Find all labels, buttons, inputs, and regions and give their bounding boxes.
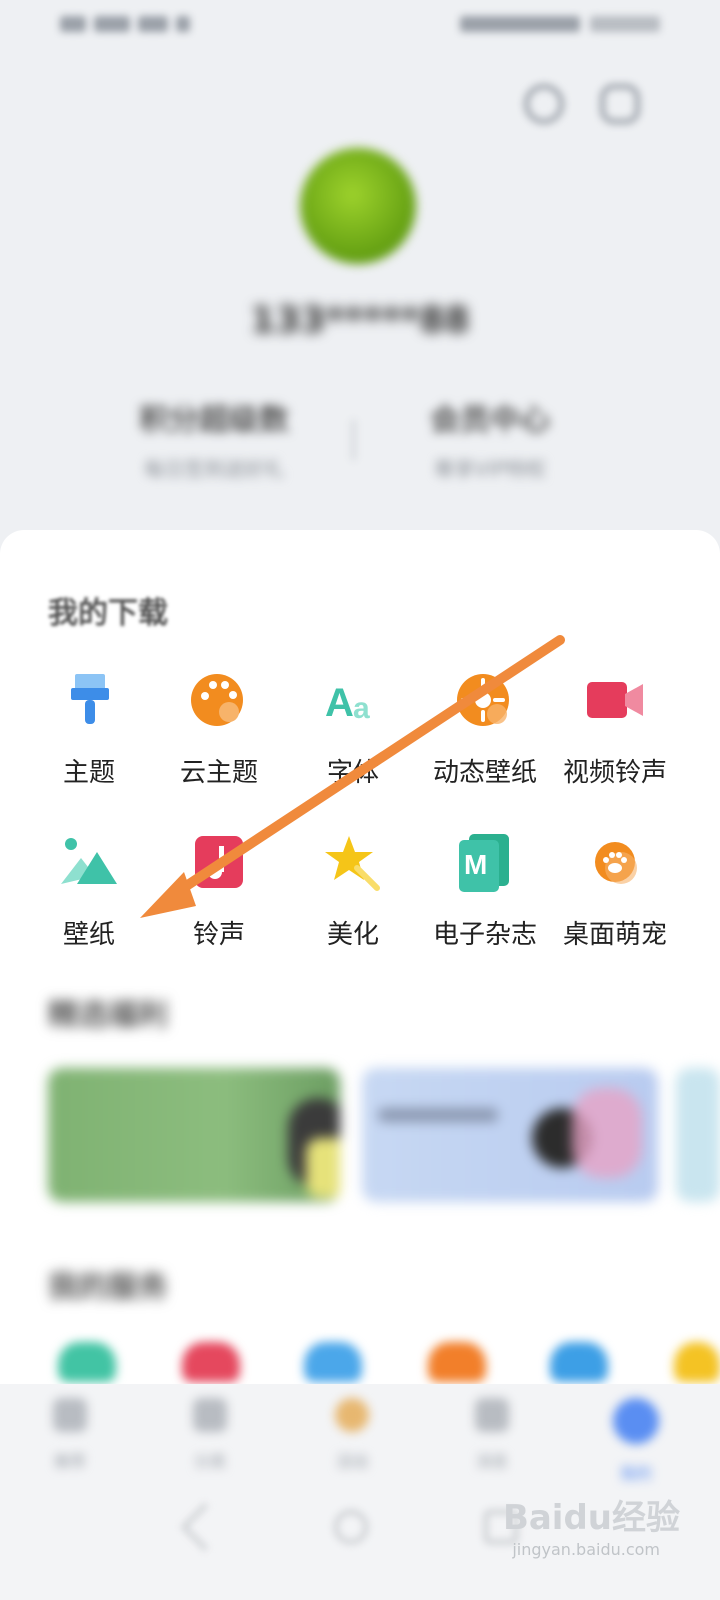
nav-category[interactable]: 分类 xyxy=(170,1398,250,1472)
watermark-logo: Baidu经验 xyxy=(502,1498,680,1538)
nav-activity[interactable]: 活动 xyxy=(312,1398,392,1472)
service-icon[interactable] xyxy=(428,1342,486,1382)
home-button-icon[interactable] xyxy=(334,1510,368,1544)
activity-icon xyxy=(335,1398,369,1432)
nav-label: 我的 xyxy=(619,1464,652,1483)
service-icon[interactable] xyxy=(58,1342,116,1382)
services-title: 我的服务 xyxy=(48,1270,168,1305)
nav-label: 分类 xyxy=(193,1452,226,1471)
featured-banner-2[interactable] xyxy=(362,1068,658,1202)
nav-label: 活动 xyxy=(335,1452,368,1471)
category-icon xyxy=(193,1398,227,1432)
home-icon xyxy=(53,1398,87,1432)
nav-label: 消息 xyxy=(475,1452,508,1471)
service-icon[interactable] xyxy=(674,1342,720,1382)
message-icon xyxy=(475,1398,509,1432)
nav-mine[interactable]: 我的 xyxy=(596,1398,676,1484)
featured-banner-3[interactable] xyxy=(676,1068,720,1202)
featured-title: 精选福利 xyxy=(48,998,168,1033)
profile-icon xyxy=(613,1398,659,1444)
nav-messages[interactable]: 消息 xyxy=(452,1398,532,1472)
featured-banner-1[interactable] xyxy=(48,1068,340,1202)
service-icon[interactable] xyxy=(182,1342,240,1382)
service-icon[interactable] xyxy=(304,1342,362,1382)
service-icon[interactable] xyxy=(550,1342,608,1382)
nav-label: 推荐 xyxy=(53,1452,86,1471)
nav-home[interactable]: 推荐 xyxy=(30,1398,110,1472)
watermark-url: jingyan.baidu.com xyxy=(512,1540,660,1559)
